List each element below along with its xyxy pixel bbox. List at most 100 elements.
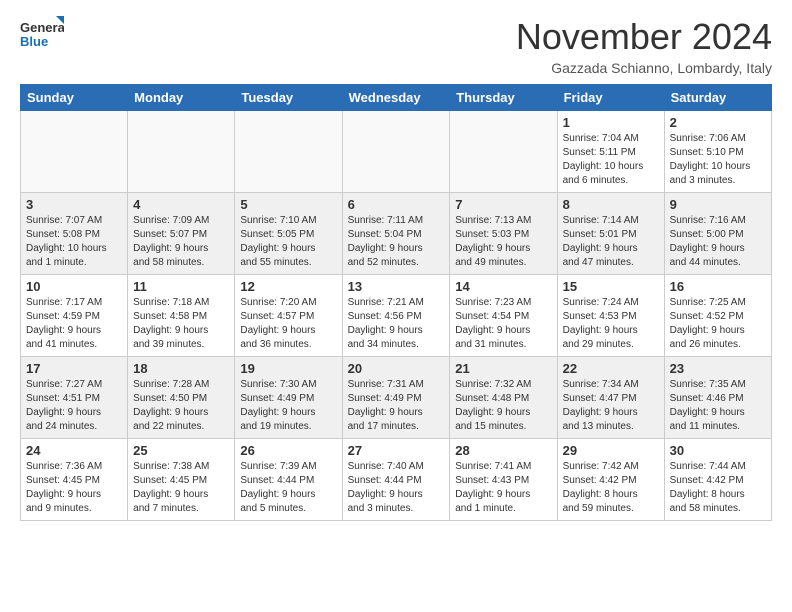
calendar-cell: 18 Sunrise: 7:28 AM Sunset: 4:50 PM Dayli…	[128, 357, 235, 439]
calendar-cell: 6 Sunrise: 7:11 AM Sunset: 5:04 PM Daylig…	[342, 193, 450, 275]
day-number: 22	[563, 361, 659, 376]
day-number: 15	[563, 279, 659, 294]
day-info: Sunrise: 7:25 AM Sunset: 4:52 PM Dayligh…	[670, 296, 766, 352]
day-info: Sunrise: 7:10 AM Sunset: 5:05 PM Dayligh…	[240, 214, 336, 270]
day-number: 5	[240, 197, 336, 212]
day-info: Sunrise: 7:09 AM Sunset: 5:07 PM Dayligh…	[133, 214, 229, 270]
day-info: Sunrise: 7:35 AM Sunset: 4:46 PM Dayligh…	[670, 378, 766, 434]
day-number: 20	[348, 361, 445, 376]
day-info: Sunrise: 7:04 AM Sunset: 5:11 PM Dayligh…	[563, 132, 659, 188]
day-info: Sunrise: 7:39 AM Sunset: 4:44 PM Dayligh…	[240, 460, 336, 516]
calendar-cell: 12Sunrise: 7:20 AM Sunset: 4:57 PM Dayli…	[235, 275, 342, 357]
calendar-cell: 5 Sunrise: 7:10 AM Sunset: 5:05 PM Daylig…	[235, 193, 342, 275]
weekday-header-tuesday: Tuesday	[235, 85, 342, 111]
svg-text:General: General	[20, 20, 64, 35]
day-number: 8	[563, 197, 659, 212]
calendar-week-row: 1 Sunrise: 7:04 AM Sunset: 5:11 PM Daylig…	[21, 111, 772, 193]
calendar-cell: 19Sunrise: 7:30 AM Sunset: 4:49 PM Dayli…	[235, 357, 342, 439]
weekday-header-friday: Friday	[557, 85, 664, 111]
day-info: Sunrise: 7:17 AM Sunset: 4:59 PM Dayligh…	[26, 296, 122, 352]
calendar-cell: 21Sunrise: 7:32 AM Sunset: 4:48 PM Dayli…	[450, 357, 557, 439]
calendar-cell: 1 Sunrise: 7:04 AM Sunset: 5:11 PM Daylig…	[557, 111, 664, 193]
calendar-header-row: SundayMondayTuesdayWednesdayThursdayFrid…	[21, 85, 772, 111]
calendar-week-row: 10Sunrise: 7:17 AM Sunset: 4:59 PM Dayli…	[21, 275, 772, 357]
calendar-cell	[342, 111, 450, 193]
calendar-cell: 14Sunrise: 7:23 AM Sunset: 4:54 PM Dayli…	[450, 275, 557, 357]
calendar-week-row: 24Sunrise: 7:36 AM Sunset: 4:45 PM Dayli…	[21, 439, 772, 521]
weekday-header-saturday: Saturday	[664, 85, 771, 111]
day-info: Sunrise: 7:07 AM Sunset: 5:08 PM Dayligh…	[26, 214, 122, 270]
day-number: 4	[133, 197, 229, 212]
day-number: 25	[133, 443, 229, 458]
calendar-cell: 30Sunrise: 7:44 AM Sunset: 4:42 PM Dayli…	[664, 439, 771, 521]
day-info: Sunrise: 7:24 AM Sunset: 4:53 PM Dayligh…	[563, 296, 659, 352]
calendar-cell: 25 Sunrise: 7:38 AM Sunset: 4:45 PM Dayli…	[128, 439, 235, 521]
calendar-cell: 7 Sunrise: 7:13 AM Sunset: 5:03 PM Daylig…	[450, 193, 557, 275]
day-number: 16	[670, 279, 766, 294]
calendar-cell	[21, 111, 128, 193]
day-info: Sunrise: 7:40 AM Sunset: 4:44 PM Dayligh…	[348, 460, 445, 516]
calendar-cell: 15 Sunrise: 7:24 AM Sunset: 4:53 PM Dayli…	[557, 275, 664, 357]
day-info: Sunrise: 7:13 AM Sunset: 5:03 PM Dayligh…	[455, 214, 551, 270]
day-info: Sunrise: 7:34 AM Sunset: 4:47 PM Dayligh…	[563, 378, 659, 434]
logo: General Blue	[20, 16, 64, 52]
weekday-header-wednesday: Wednesday	[342, 85, 450, 111]
day-info: Sunrise: 7:06 AM Sunset: 5:10 PM Dayligh…	[670, 132, 766, 188]
day-number: 1	[563, 115, 659, 130]
day-info: Sunrise: 7:21 AM Sunset: 4:56 PM Dayligh…	[348, 296, 445, 352]
day-number: 27	[348, 443, 445, 458]
calendar-cell: 8 Sunrise: 7:14 AM Sunset: 5:01 PM Daylig…	[557, 193, 664, 275]
day-number: 7	[455, 197, 551, 212]
day-info: Sunrise: 7:28 AM Sunset: 4:50 PM Dayligh…	[133, 378, 229, 434]
day-number: 29	[563, 443, 659, 458]
day-info: Sunrise: 7:44 AM Sunset: 4:42 PM Dayligh…	[670, 460, 766, 516]
calendar-cell: 27 Sunrise: 7:40 AM Sunset: 4:44 PM Dayli…	[342, 439, 450, 521]
calendar-week-row: 3 Sunrise: 7:07 AM Sunset: 5:08 PM Daylig…	[21, 193, 772, 275]
day-info: Sunrise: 7:14 AM Sunset: 5:01 PM Dayligh…	[563, 214, 659, 270]
calendar-cell: 10Sunrise: 7:17 AM Sunset: 4:59 PM Dayli…	[21, 275, 128, 357]
day-number: 23	[670, 361, 766, 376]
calendar-cell: 29 Sunrise: 7:42 AM Sunset: 4:42 PM Dayli…	[557, 439, 664, 521]
day-number: 17	[26, 361, 122, 376]
day-info: Sunrise: 7:23 AM Sunset: 4:54 PM Dayligh…	[455, 296, 551, 352]
day-number: 26	[240, 443, 336, 458]
day-number: 12	[240, 279, 336, 294]
day-number: 28	[455, 443, 551, 458]
calendar-week-row: 17 Sunrise: 7:27 AM Sunset: 4:51 PM Dayli…	[21, 357, 772, 439]
calendar-cell: 11 Sunrise: 7:18 AM Sunset: 4:58 PM Dayli…	[128, 275, 235, 357]
day-info: Sunrise: 7:31 AM Sunset: 4:49 PM Dayligh…	[348, 378, 445, 434]
calendar-cell: 22 Sunrise: 7:34 AM Sunset: 4:47 PM Dayli…	[557, 357, 664, 439]
calendar-cell: 20 Sunrise: 7:31 AM Sunset: 4:49 PM Dayli…	[342, 357, 450, 439]
calendar-cell	[450, 111, 557, 193]
calendar-cell: 4 Sunrise: 7:09 AM Sunset: 5:07 PM Daylig…	[128, 193, 235, 275]
calendar-cell	[235, 111, 342, 193]
day-number: 19	[240, 361, 336, 376]
calendar-cell: 3 Sunrise: 7:07 AM Sunset: 5:08 PM Daylig…	[21, 193, 128, 275]
calendar-cell: 13 Sunrise: 7:21 AM Sunset: 4:56 PM Dayli…	[342, 275, 450, 357]
title-block: November 2024 Gazzada Schianno, Lombardy…	[516, 16, 772, 76]
day-number: 24	[26, 443, 122, 458]
day-info: Sunrise: 7:42 AM Sunset: 4:42 PM Dayligh…	[563, 460, 659, 516]
day-info: Sunrise: 7:18 AM Sunset: 4:58 PM Dayligh…	[133, 296, 229, 352]
calendar-cell: 26 Sunrise: 7:39 AM Sunset: 4:44 PM Dayli…	[235, 439, 342, 521]
calendar-cell: 9Sunrise: 7:16 AM Sunset: 5:00 PM Daylig…	[664, 193, 771, 275]
day-number: 18	[133, 361, 229, 376]
header: General Blue November 2024 Gazzada Schia…	[20, 16, 772, 76]
day-number: 13	[348, 279, 445, 294]
calendar-cell	[128, 111, 235, 193]
day-number: 6	[348, 197, 445, 212]
day-number: 11	[133, 279, 229, 294]
day-info: Sunrise: 7:11 AM Sunset: 5:04 PM Dayligh…	[348, 214, 445, 270]
day-info: Sunrise: 7:16 AM Sunset: 5:00 PM Dayligh…	[670, 214, 766, 270]
day-info: Sunrise: 7:41 AM Sunset: 4:43 PM Dayligh…	[455, 460, 551, 516]
calendar-cell: 24Sunrise: 7:36 AM Sunset: 4:45 PM Dayli…	[21, 439, 128, 521]
location: Gazzada Schianno, Lombardy, Italy	[516, 60, 772, 76]
weekday-header-monday: Monday	[128, 85, 235, 111]
day-info: Sunrise: 7:38 AM Sunset: 4:45 PM Dayligh…	[133, 460, 229, 516]
svg-text:Blue: Blue	[20, 34, 48, 49]
calendar-cell: 28 Sunrise: 7:41 AM Sunset: 4:43 PM Dayli…	[450, 439, 557, 521]
logo-svg: General Blue	[20, 16, 64, 52]
day-number: 3	[26, 197, 122, 212]
day-info: Sunrise: 7:27 AM Sunset: 4:51 PM Dayligh…	[26, 378, 122, 434]
month-title: November 2024	[516, 16, 772, 58]
